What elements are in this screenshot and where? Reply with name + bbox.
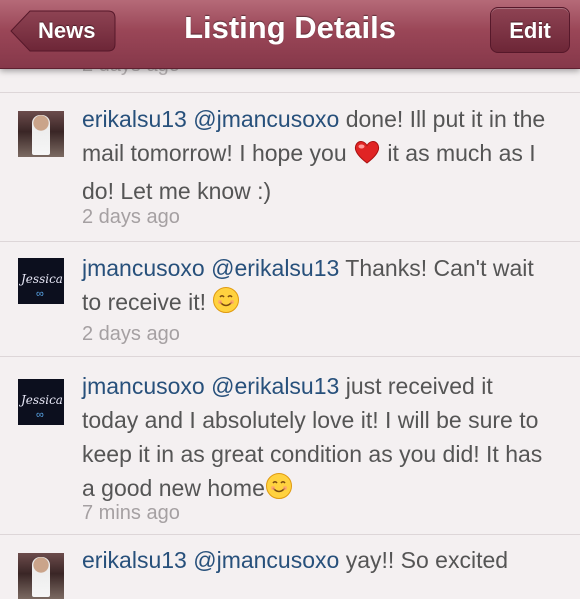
comment-text: erikalsu13 @jmancusoxo yay!! So excited	[82, 543, 552, 577]
avatar-photo	[32, 115, 50, 155]
avatar-erikalsu13[interactable]	[18, 111, 64, 157]
edit-button[interactable]: Edit	[490, 7, 570, 53]
comment-divider	[0, 356, 580, 357]
comment-text: jmancusoxo @erikalsu13 Thanks! Can't wai…	[82, 251, 552, 323]
comment-timestamp: 2 days ago	[82, 206, 180, 228]
avatar-jmancusoxo[interactable]: Jessica ∞	[18, 258, 64, 304]
comment-divider	[0, 241, 580, 242]
smiley-emoji-icon	[265, 472, 293, 509]
heart-emoji-icon	[353, 139, 381, 174]
comment-divider	[0, 534, 580, 535]
smiley-emoji-icon	[212, 286, 240, 323]
avatar-text: Jessica	[21, 272, 63, 286]
edit-button-label: Edit	[509, 18, 551, 43]
comment-divider	[0, 92, 580, 93]
comment-username[interactable]: jmancusoxo	[82, 255, 205, 281]
comment-timestamp: 2 days ago	[82, 323, 180, 345]
comment-mention[interactable]: @erikalsu13	[211, 373, 339, 399]
avatar-photo	[32, 557, 50, 597]
avatar-swirl-icon: ∞	[36, 288, 44, 300]
comment-timestamp: 7 mins ago	[82, 502, 180, 524]
comment-mention[interactable]: @erikalsu13	[211, 255, 339, 281]
avatar-swirl-icon: ∞	[36, 409, 44, 421]
comment-text: erikalsu13 @jmancusoxo done! Ill put it …	[82, 102, 552, 208]
comment-username[interactable]: erikalsu13	[82, 106, 187, 132]
avatar-erikalsu13[interactable]	[18, 553, 64, 599]
comment-text: jmancusoxo @erikalsu13 just received it …	[82, 369, 552, 509]
comment-body: yay!! So excited	[339, 547, 509, 573]
comment-username[interactable]: jmancusoxo	[82, 373, 205, 399]
comment-mention[interactable]: @jmancusoxo	[193, 547, 339, 573]
comment-username[interactable]: erikalsu13	[82, 547, 187, 573]
avatar-jmancusoxo[interactable]: Jessica ∞	[18, 379, 64, 425]
comment-mention[interactable]: @jmancusoxo	[193, 106, 339, 132]
avatar-text: Jessica	[21, 393, 63, 407]
navigation-bar: News Listing Details Edit	[0, 0, 580, 69]
